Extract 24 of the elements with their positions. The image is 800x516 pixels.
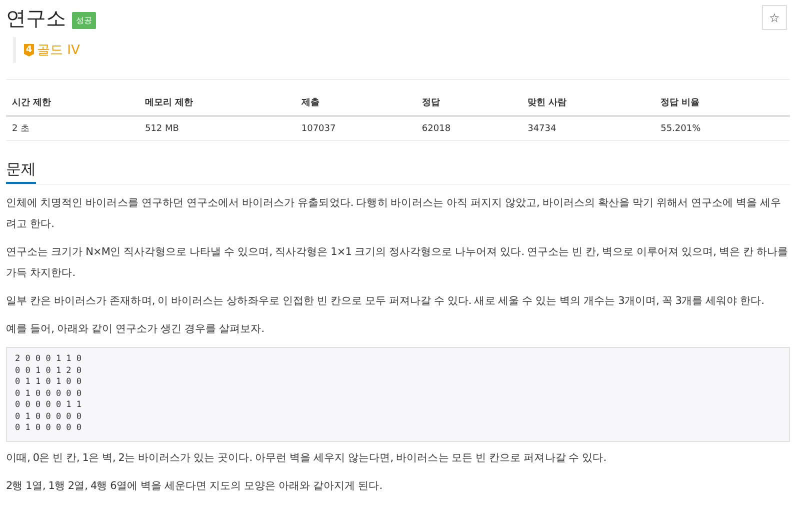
paragraph: 인체에 치명적인 바이러스를 연구하던 연구소에서 바이러스가 유출되었다. 다행히 바이러스는 아직 퍼지지 않았고, 바이러스의 확산을 막기 위해서 연구소에 벽을 세우려고 한다. <box>6 196 782 232</box>
column-header: 맞힌 사람 <box>522 90 655 116</box>
paragraph: 2행 1열, 1행 2열, 4행 6열에 벽을 세운다면 지도의 모양은 아래와 같아지게 된다. <box>6 478 384 494</box>
table-cell: 107037 <box>295 116 416 140</box>
column-header: 정답 <box>416 90 522 116</box>
result-badge: 성공 <box>72 12 96 29</box>
paragraph: 예를 들어, 아래와 같이 연구소가 생긴 경우를 살펴보자. <box>6 322 266 337</box>
column-header: 정답 비율 <box>654 90 790 116</box>
problem-title: 연구소 <box>6 5 66 32</box>
tier-icon: 4 <box>24 44 34 56</box>
section-title: 문제 <box>6 160 36 184</box>
paragraph: 일부 칸은 바이러스가 존재하며, 이 바이러스는 상하좌우로 인접한 빈 칸으로 모두 퍼져나갈 수 있다. 새로 세울 수 있는 벽의 개수는 3개이며, 꼭 3개를 세워야 한다. <box>6 294 765 309</box>
column-header: 메모리 제한 <box>138 90 296 116</box>
column-header: 시간 제한 <box>6 90 139 116</box>
paragraph: 이때, 0은 빈 칸, 1은 벽, 2는 바이러스가 있는 곳이다. 아무런 벽을 세우지 않는다면, 바이러스는 모든 빈 칸으로 퍼져나갈 수 있다. <box>6 450 608 466</box>
table-cell: 512 MB <box>138 116 296 140</box>
table-cell: 62018 <box>416 116 522 140</box>
column-header: 제출 <box>295 90 416 116</box>
favorite-button[interactable]: ☆ <box>762 5 787 30</box>
paragraph: 연구소는 크기가 N×M인 직사각형으로 나타낼 수 있으며, 직사각형은 1×1 크기의 정사각형으로 나누어져 있다. 연구소는 빈 칸, 벽으로 이루어져 있으며, 벽은 칸 하나를 가득 차지한다. <box>6 245 790 281</box>
table-cell: 55.201% <box>654 116 790 140</box>
table-cell: 2 초 <box>6 116 139 140</box>
code-block: 2 0 0 0 1 1 0 0 0 1 0 1 2 0 0 1 1 0 1 0 0 0 1 0 0 0 0 0 0 0 0 0 0 1 1 0 1 0 0 0 0 0 0 1 0 0 0 0 0 <box>6 347 790 442</box>
table-cell: 34734 <box>522 116 655 140</box>
